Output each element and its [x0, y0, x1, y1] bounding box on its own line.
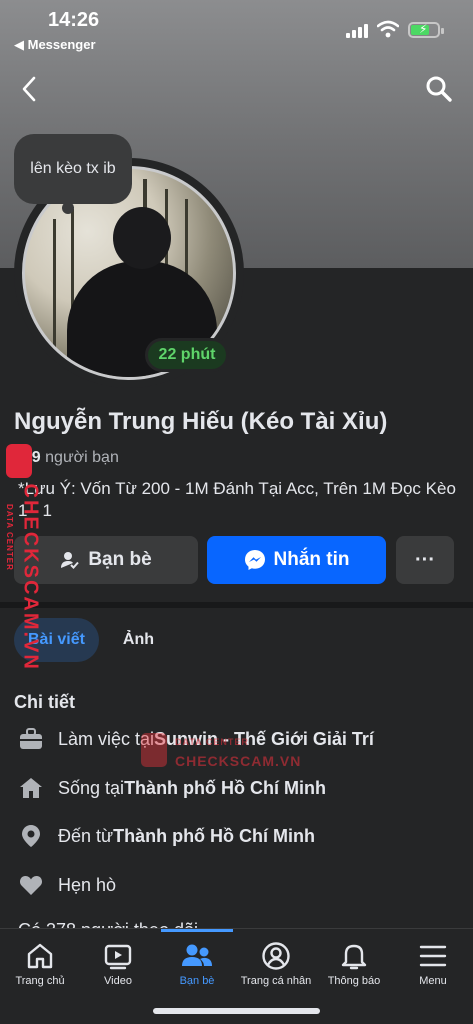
status-time: 14:26: [48, 9, 100, 31]
profile-icon: [236, 937, 316, 975]
detail-from-value: Thành phố Hồ Chí Minh: [113, 825, 316, 846]
tabbar-menu[interactable]: Menu: [393, 937, 473, 987]
menu-icon: [393, 937, 473, 975]
more-options-button[interactable]: ···: [396, 536, 454, 584]
detail-dating-label: Hẹn hò: [58, 874, 117, 895]
status-bar: 14:26 ◀ Messenger ⚡: [0, 0, 473, 60]
checkscam-watermark-center: DATA CENTER CHECKSCAM.VN: [141, 733, 301, 773]
profile-bio: *Lưu Ý: Vốn Từ 200 - 1M Đánh Tại Acc, Tr…: [18, 479, 456, 520]
watermark-side-text: CHECKSCAM.VN: [19, 483, 42, 671]
chevron-left-icon[interactable]: [16, 74, 42, 104]
profile-name: Nguyễn Trung Hiếu (Kéo Tài Xỉu): [14, 408, 388, 435]
active-tab-indicator: [161, 929, 233, 932]
message-button-label: Nhắn tin: [273, 549, 350, 570]
bell-icon: [314, 937, 394, 975]
home-icon: [0, 937, 80, 975]
note-bubble-tail: [62, 202, 74, 214]
watermark-center-small: DATA CENTER: [175, 737, 249, 747]
tabbar-notifications-label: Thông báo: [327, 975, 381, 987]
tabbar-profile-label: Trang cá nhân: [240, 975, 312, 987]
watermark-lock-icon: [141, 733, 167, 767]
battery-icon: ⚡: [408, 22, 444, 38]
watermark-center-text: CHECKSCAM.VN: [175, 753, 302, 769]
detail-from-prefix: Đến từ: [58, 825, 114, 846]
tabbar-menu-label: Menu: [419, 975, 447, 987]
friend-check-icon: [60, 550, 80, 570]
details-heading: Chi tiết: [14, 692, 75, 712]
detail-lives-in-value: Thành phố Hồ Chí Minh: [124, 777, 327, 798]
tabbar-home[interactable]: Trang chủ: [0, 937, 80, 987]
location-pin-icon: [18, 823, 44, 849]
back-to-app-link[interactable]: ◀ Messenger: [14, 37, 96, 53]
profile-note-bubble[interactable]: lên kèo tx ib: [14, 134, 132, 204]
heart-icon: [18, 872, 44, 898]
message-button[interactable]: Nhắn tin: [207, 536, 386, 584]
home-icon: [18, 775, 44, 801]
friends-icon: [157, 937, 237, 975]
tabbar-notifications[interactable]: Thông báo: [314, 937, 394, 987]
watermark-lock-icon: [6, 444, 32, 478]
wifi-icon: [377, 20, 399, 38]
tab-photos[interactable]: Ảnh: [109, 618, 168, 662]
tabbar-friends[interactable]: Bạn bè: [157, 937, 237, 987]
section-divider: [0, 602, 473, 608]
tabbar-video-label: Video: [104, 975, 132, 987]
video-icon: [78, 937, 158, 975]
cellular-signal-icon: [346, 24, 370, 38]
tabbar-friends-label: Bạn bè: [179, 975, 215, 987]
home-indicator[interactable]: [153, 1008, 320, 1014]
detail-lives-in[interactable]: Sống tại Thành phố Hồ Chí Minh: [18, 773, 326, 803]
messenger-icon: [244, 549, 266, 571]
detail-dating[interactable]: Hẹn hò: [18, 870, 116, 900]
watermark-side-small: DATA CENTER: [5, 504, 14, 571]
detail-from[interactable]: Đến từ Thành phố Hồ Chí Minh: [18, 821, 315, 851]
detail-work-prefix: Làm việc tại: [58, 728, 155, 749]
tabbar-home-label: Trang chủ: [15, 975, 65, 987]
friends-button-label: Bạn bè: [88, 549, 152, 570]
tabbar-profile[interactable]: Trang cá nhân: [236, 937, 316, 987]
tabbar-video[interactable]: Video: [78, 937, 158, 987]
detail-lives-in-prefix: Sống tại: [58, 777, 125, 798]
checkscam-watermark-side: CHECKSCAM.VN DATA CENTER: [5, 444, 48, 671]
search-icon[interactable]: [424, 74, 454, 104]
friends-count-label: người bạn: [45, 449, 119, 466]
briefcase-icon: [18, 726, 44, 752]
active-status-badge: 22 phút: [145, 338, 229, 372]
